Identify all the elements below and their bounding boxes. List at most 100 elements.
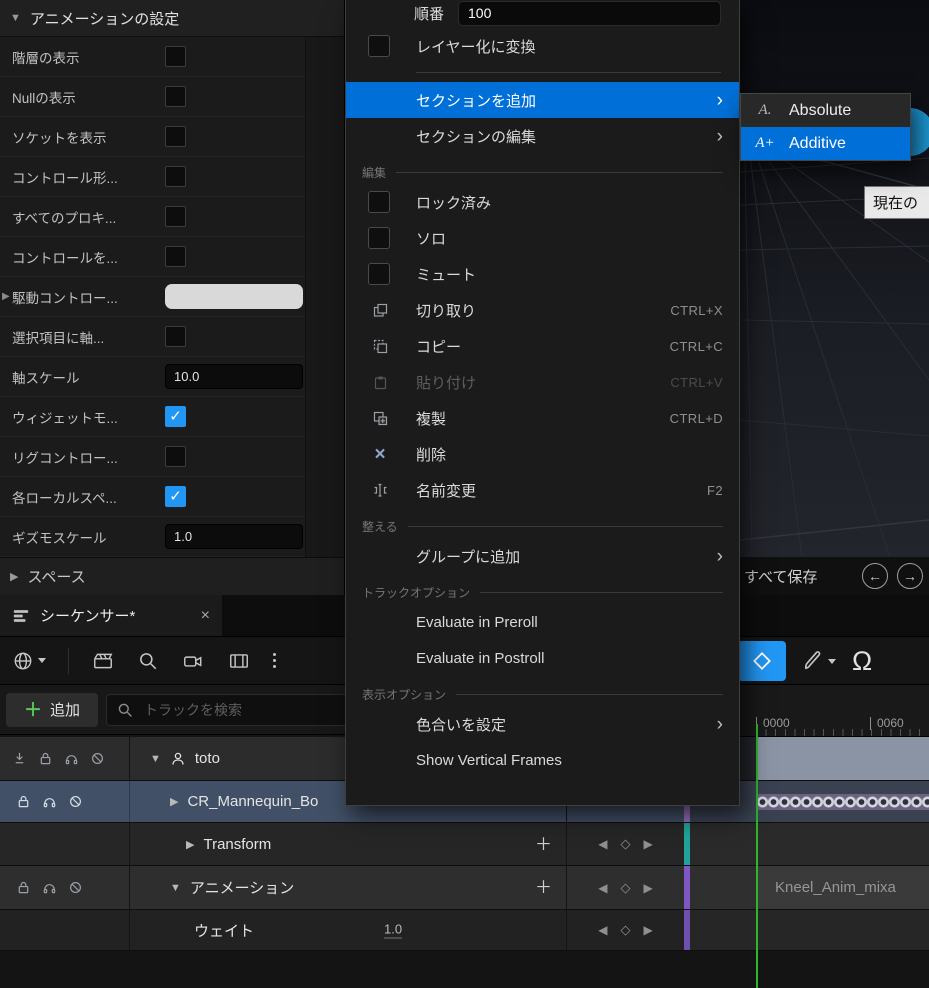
track-row-animation[interactable]: ▼ アニメーション ＋ ◀ ◇ ▶ Kneel_Anim_mixa (0, 866, 929, 910)
axis-scale-field[interactable]: 10.0 (165, 364, 303, 389)
lock-icon[interactable] (38, 751, 53, 766)
setting-label: コントロールを... (12, 250, 118, 266)
menu-item-delete[interactable]: × 削除 (346, 436, 739, 472)
expander-arrow-icon[interactable]: ▶ (2, 291, 10, 302)
menu-item-locked[interactable]: ロック済み (346, 184, 739, 220)
expander-arrow-icon[interactable]: ▶ (10, 570, 18, 583)
checkbox[interactable] (165, 446, 186, 467)
expand-arrow-icon[interactable]: ▶ (170, 795, 178, 808)
checkbox[interactable] (368, 35, 390, 57)
lock-icon[interactable] (16, 880, 31, 895)
navigate-back-button[interactable]: ← (862, 563, 888, 589)
collapse-arrow-icon[interactable]: ▼ (170, 882, 181, 894)
checkbox[interactable] (165, 166, 186, 187)
playhead[interactable] (756, 724, 758, 988)
gizmo-scale-field[interactable]: 1.0 (165, 524, 303, 549)
checkbox[interactable] (165, 86, 186, 107)
search-icon (118, 703, 132, 717)
animation-clip[interactable]: Kneel_Anim_mixa (757, 866, 929, 909)
solo-headphones-icon[interactable] (42, 794, 57, 809)
delete-icon: × (374, 443, 386, 465)
space-section-header[interactable]: ▶ スペース (0, 557, 344, 595)
order-input[interactable] (458, 0, 721, 26)
collapse-arrow-icon[interactable]: ▼ (150, 753, 161, 765)
next-key-icon[interactable]: ▶ (644, 837, 653, 851)
menu-item-convert-to-layer[interactable]: レイヤー化に変換 (346, 28, 739, 64)
menu-item-mute[interactable]: ミュート (346, 256, 739, 292)
keyframe-mode-button[interactable] (738, 641, 786, 681)
menu-item-add-section[interactable]: セクションを追加 › (346, 82, 739, 118)
menu-item-cut[interactable]: 切り取り CTRL+X (346, 292, 739, 328)
menu-item-edit-section[interactable]: セクションの編集 › (346, 118, 739, 154)
weight-value-field[interactable]: 1.0 (384, 922, 403, 939)
solo-headphones-icon[interactable] (42, 880, 57, 895)
expand-arrow-icon[interactable]: ▶ (186, 838, 194, 851)
prev-key-icon[interactable]: ◀ (598, 837, 607, 851)
add-key-icon[interactable]: ◇ (621, 836, 631, 852)
menu-item-add-to-group[interactable]: グループに追加 › (346, 538, 739, 574)
panel-header[interactable]: ▼ アニメーションの設定 (0, 0, 344, 37)
track-row-weight[interactable]: ウェイト 1.0 ◀ ◇ ▶ (0, 910, 929, 951)
add-key-icon[interactable]: ◇ (621, 880, 631, 896)
keyframe-dots-strip[interactable] (757, 793, 929, 810)
checkbox[interactable] (165, 46, 186, 67)
timeline-area-animation[interactable]: Kneel_Anim_mixa (690, 866, 929, 909)
next-key-icon[interactable]: ▶ (644, 881, 653, 895)
menu-item-duplicate[interactable]: 複製 CTRL+D (346, 400, 739, 436)
film-slate-icon[interactable] (227, 650, 251, 672)
next-key-icon[interactable]: ▶ (644, 923, 653, 937)
timeline-area-transform[interactable] (690, 823, 929, 865)
menu-item-evaluate-postroll[interactable]: Evaluate in Postroll (346, 640, 739, 676)
menu-item-show-vertical-frames[interactable]: Show Vertical Frames (346, 742, 739, 778)
add-subtrack-icon[interactable]: ＋ (535, 879, 552, 896)
track-row-transform[interactable]: ▶ Transform ＋ ◀ ◇ ▶ (0, 823, 929, 866)
add-subtrack-icon[interactable]: ＋ (535, 836, 552, 853)
submenu-item-absolute[interactable]: A. Absolute (741, 94, 910, 127)
save-all-button[interactable]: すべて保存 (744, 566, 817, 587)
menu-item-copy[interactable]: コピー CTRL+C (346, 328, 739, 364)
menu-item-evaluate-preroll[interactable]: Evaluate in Preroll (346, 604, 739, 640)
solo-headphones-icon[interactable] (64, 751, 79, 766)
3d-viewport[interactable] (740, 0, 929, 557)
mute-icon[interactable] (90, 751, 105, 766)
checkbox[interactable] (165, 246, 186, 267)
prev-key-icon[interactable]: ◀ (598, 923, 607, 937)
add-track-button[interactable]: ＋ 追加 (6, 692, 99, 727)
tab-sequencer[interactable]: シーケンサー* × (0, 595, 222, 636)
frame-number: 0060 (877, 716, 904, 730)
camera-icon[interactable] (181, 650, 205, 672)
prev-key-icon[interactable]: ◀ (598, 881, 607, 895)
menu-item-solo[interactable]: ソロ (346, 220, 739, 256)
find-in-sequence-icon[interactable] (137, 650, 159, 672)
checkbox[interactable] (165, 326, 186, 347)
track-list-empty-area[interactable] (0, 951, 929, 988)
checkbox[interactable] (368, 191, 390, 213)
brush-icon (805, 651, 821, 670)
create-camera-icon[interactable] (91, 650, 115, 672)
collapse-arrow-icon[interactable]: ▼ (10, 12, 21, 24)
lock-icon[interactable] (16, 794, 31, 809)
pin-icon[interactable] (12, 751, 27, 766)
checkbox[interactable] (165, 206, 186, 227)
color-field[interactable] (165, 284, 303, 309)
close-tab-icon[interactable]: × (201, 607, 210, 624)
timeline-area-weight[interactable] (690, 910, 929, 950)
menu-item-rename[interactable]: 名前変更 F2 (346, 472, 739, 508)
more-options-icon[interactable] (273, 653, 276, 668)
navigate-forward-button[interactable]: → (897, 563, 923, 589)
checkbox[interactable] (165, 126, 186, 147)
checkbox[interactable] (368, 263, 390, 285)
checkbox[interactable] (368, 227, 390, 249)
section-range-bar[interactable] (757, 737, 929, 780)
mute-icon[interactable] (68, 794, 83, 809)
checkbox[interactable] (165, 406, 186, 427)
mute-icon[interactable] (68, 880, 83, 895)
add-key-icon[interactable]: ◇ (621, 922, 631, 938)
paint-tool-button[interactable] (802, 650, 836, 672)
track-name: toto (194, 750, 220, 767)
submenu-item-additive[interactable]: A+ Additive (741, 127, 910, 160)
checkbox[interactable] (165, 486, 186, 507)
world-selector-button[interactable] (12, 650, 46, 672)
menu-item-set-tint[interactable]: 色合いを設定 › (346, 706, 739, 742)
omega-icon[interactable]: Ω (852, 647, 872, 675)
